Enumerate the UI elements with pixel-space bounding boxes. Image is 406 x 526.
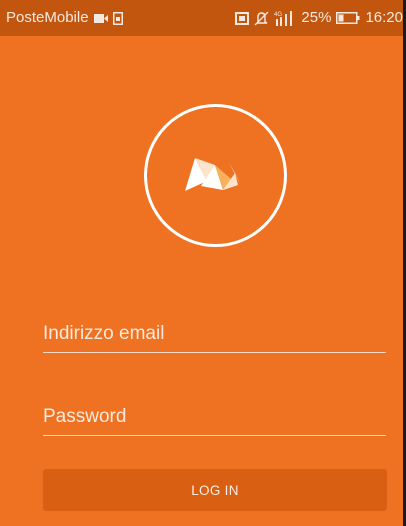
app-logo-icon <box>143 103 288 248</box>
status-bar-right: 4G 25% 16:20 <box>235 9 403 27</box>
login-button[interactable]: LOG IN <box>43 469 387 511</box>
password-field[interactable]: Password <box>43 395 386 436</box>
signal-icon: 4G <box>274 10 296 26</box>
battery-percent: 25% <box>301 9 332 26</box>
sim-card-icon <box>112 11 123 25</box>
status-bar-left: PosteMobile <box>6 9 123 27</box>
video-icon <box>93 13 108 24</box>
nfc-icon <box>235 11 250 25</box>
battery-icon <box>336 12 360 24</box>
email-placeholder: Indirizzo email <box>43 323 165 344</box>
carrier-name: PosteMobile <box>6 9 89 26</box>
login-screen: PosteMobile 4G 25% 16:20 Indirizzo email… <box>0 0 403 526</box>
clock: 16:20 <box>365 9 403 26</box>
status-bar: PosteMobile 4G 25% 16:20 <box>0 0 403 36</box>
email-field[interactable]: Indirizzo email <box>43 312 386 353</box>
password-placeholder: Password <box>43 406 127 427</box>
mute-icon <box>254 11 269 26</box>
